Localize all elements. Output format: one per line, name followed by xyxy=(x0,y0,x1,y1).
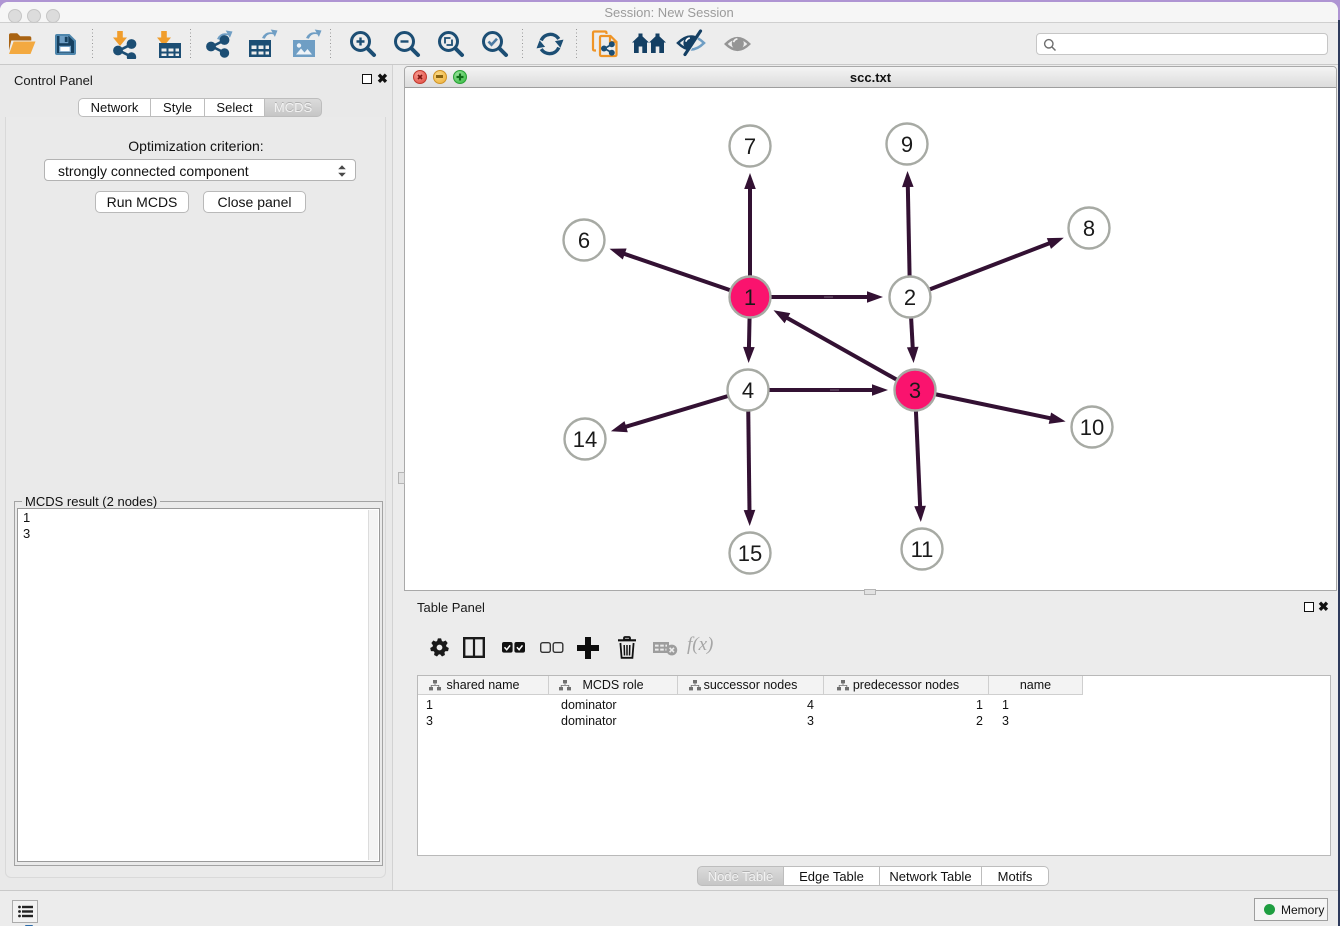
svg-text:7: 7 xyxy=(744,134,756,159)
svg-text:4: 4 xyxy=(742,378,754,403)
svg-text:2: 2 xyxy=(904,285,916,310)
svg-text:3: 3 xyxy=(909,378,921,403)
svg-text:1: 1 xyxy=(744,285,756,310)
svg-text:14: 14 xyxy=(573,427,597,452)
svg-text:6: 6 xyxy=(578,228,590,253)
svg-text:8: 8 xyxy=(1083,216,1095,241)
svg-text:10: 10 xyxy=(1080,415,1104,440)
svg-text:15: 15 xyxy=(738,541,762,566)
svg-text:9: 9 xyxy=(901,132,913,157)
svg-text:11: 11 xyxy=(911,537,934,562)
